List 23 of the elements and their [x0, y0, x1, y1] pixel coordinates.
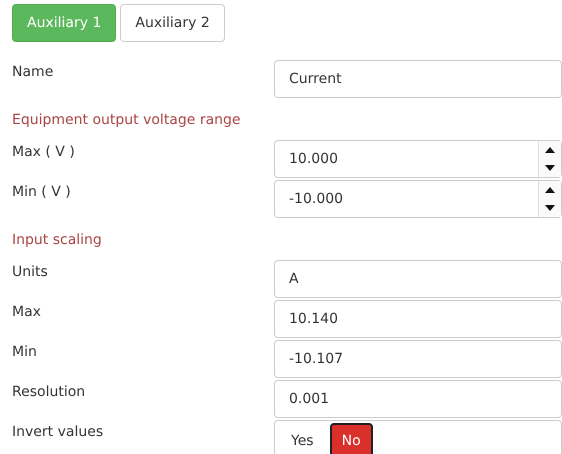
down-arrow-icon[interactable]: [545, 165, 555, 171]
input-field[interactable]: A: [274, 260, 562, 298]
section-heading: Input scaling: [12, 232, 102, 248]
down-arrow-icon[interactable]: [545, 205, 555, 211]
tab[interactable]: Auxiliary 2: [120, 4, 225, 42]
field-label: Units: [12, 264, 49, 280]
input-field[interactable]: 0.001: [274, 380, 562, 418]
input-field[interactable]: 10.140: [274, 300, 562, 338]
field-label: Resolution: [12, 384, 86, 400]
number-field[interactable]: 10.000: [274, 140, 562, 178]
field-label: Min: [12, 344, 38, 360]
field-label: Max: [12, 304, 42, 320]
field-label: Max ( V ): [12, 144, 76, 160]
toggle-option[interactable]: No: [330, 422, 373, 454]
up-arrow-icon[interactable]: [545, 147, 555, 153]
up-arrow-icon[interactable]: [545, 187, 555, 193]
field-label: Name: [12, 64, 54, 80]
input-field[interactable]: Current: [274, 60, 562, 98]
input-field[interactable]: -10.107: [274, 340, 562, 378]
field-label: Min ( V ): [12, 184, 72, 200]
section-heading: Equipment output voltage range: [12, 112, 241, 128]
field-label: Invert values: [12, 424, 104, 440]
number-field[interactable]: -10.000: [274, 180, 562, 218]
